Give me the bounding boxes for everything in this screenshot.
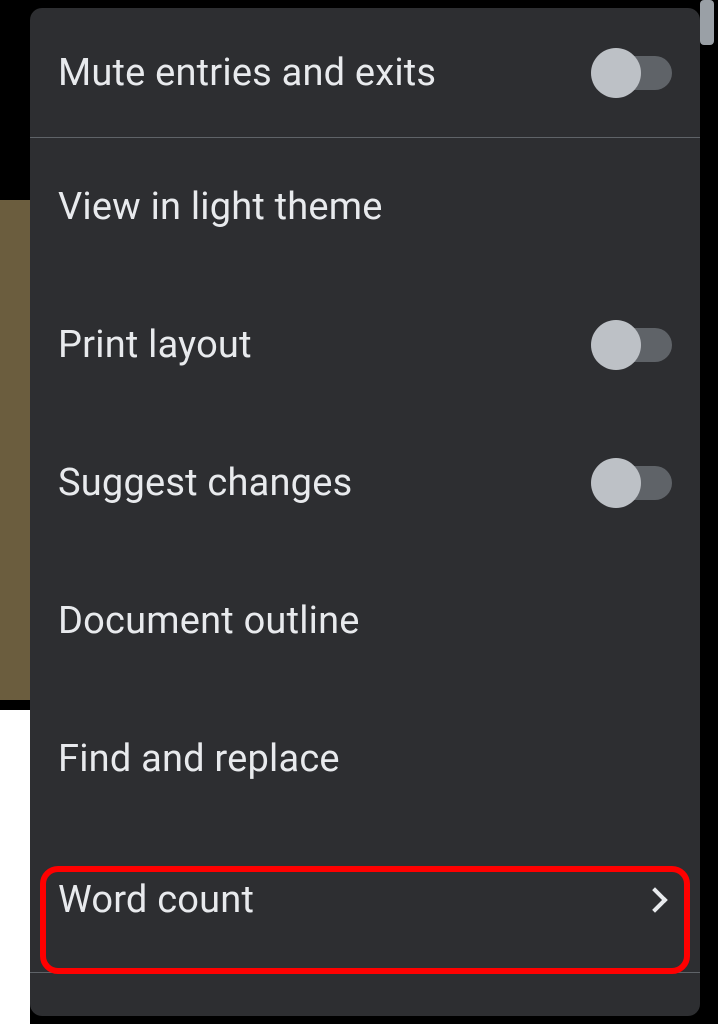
suggest-changes-toggle[interactable] — [594, 466, 672, 500]
menu-item-word-count[interactable]: Word count — [30, 828, 700, 973]
menu-item-suggest-changes[interactable]: Suggest changes — [30, 414, 700, 552]
chevron-right-icon — [642, 887, 667, 912]
menu-item-find-replace[interactable]: Find and replace — [30, 690, 700, 828]
menu-item-label: Print layout — [58, 323, 252, 367]
mute-toggle[interactable] — [594, 56, 672, 90]
toggle-thumb — [591, 320, 641, 370]
menu-item-light-theme[interactable]: View in light theme — [30, 138, 700, 276]
menu-item-label: View in light theme — [58, 185, 383, 229]
bg-doc-fragment — [0, 200, 30, 700]
menu-item-label: Document outline — [58, 599, 360, 643]
print-layout-toggle[interactable] — [594, 328, 672, 362]
toggle-thumb — [591, 48, 641, 98]
bg-text-fragment — [0, 710, 30, 1024]
menu-item-label: Suggest changes — [58, 461, 352, 505]
overflow-menu-panel: Mute entries and exits View in light the… — [30, 8, 700, 1016]
menu-item-mute-entries-exits[interactable]: Mute entries and exits — [30, 8, 700, 138]
menu-item-label: Find and replace — [58, 737, 340, 781]
menu-item-document-outline[interactable]: Document outline — [30, 552, 700, 690]
menu-item-print-layout[interactable]: Print layout — [30, 276, 700, 414]
background-partial — [0, 0, 30, 1024]
menu-item-label: Mute entries and exits — [58, 51, 436, 95]
menu-item-label: Word count — [58, 878, 254, 922]
toggle-thumb — [591, 458, 641, 508]
scrollbar-thumb[interactable] — [700, 0, 714, 45]
scrollbar-track[interactable] — [702, 0, 714, 1024]
